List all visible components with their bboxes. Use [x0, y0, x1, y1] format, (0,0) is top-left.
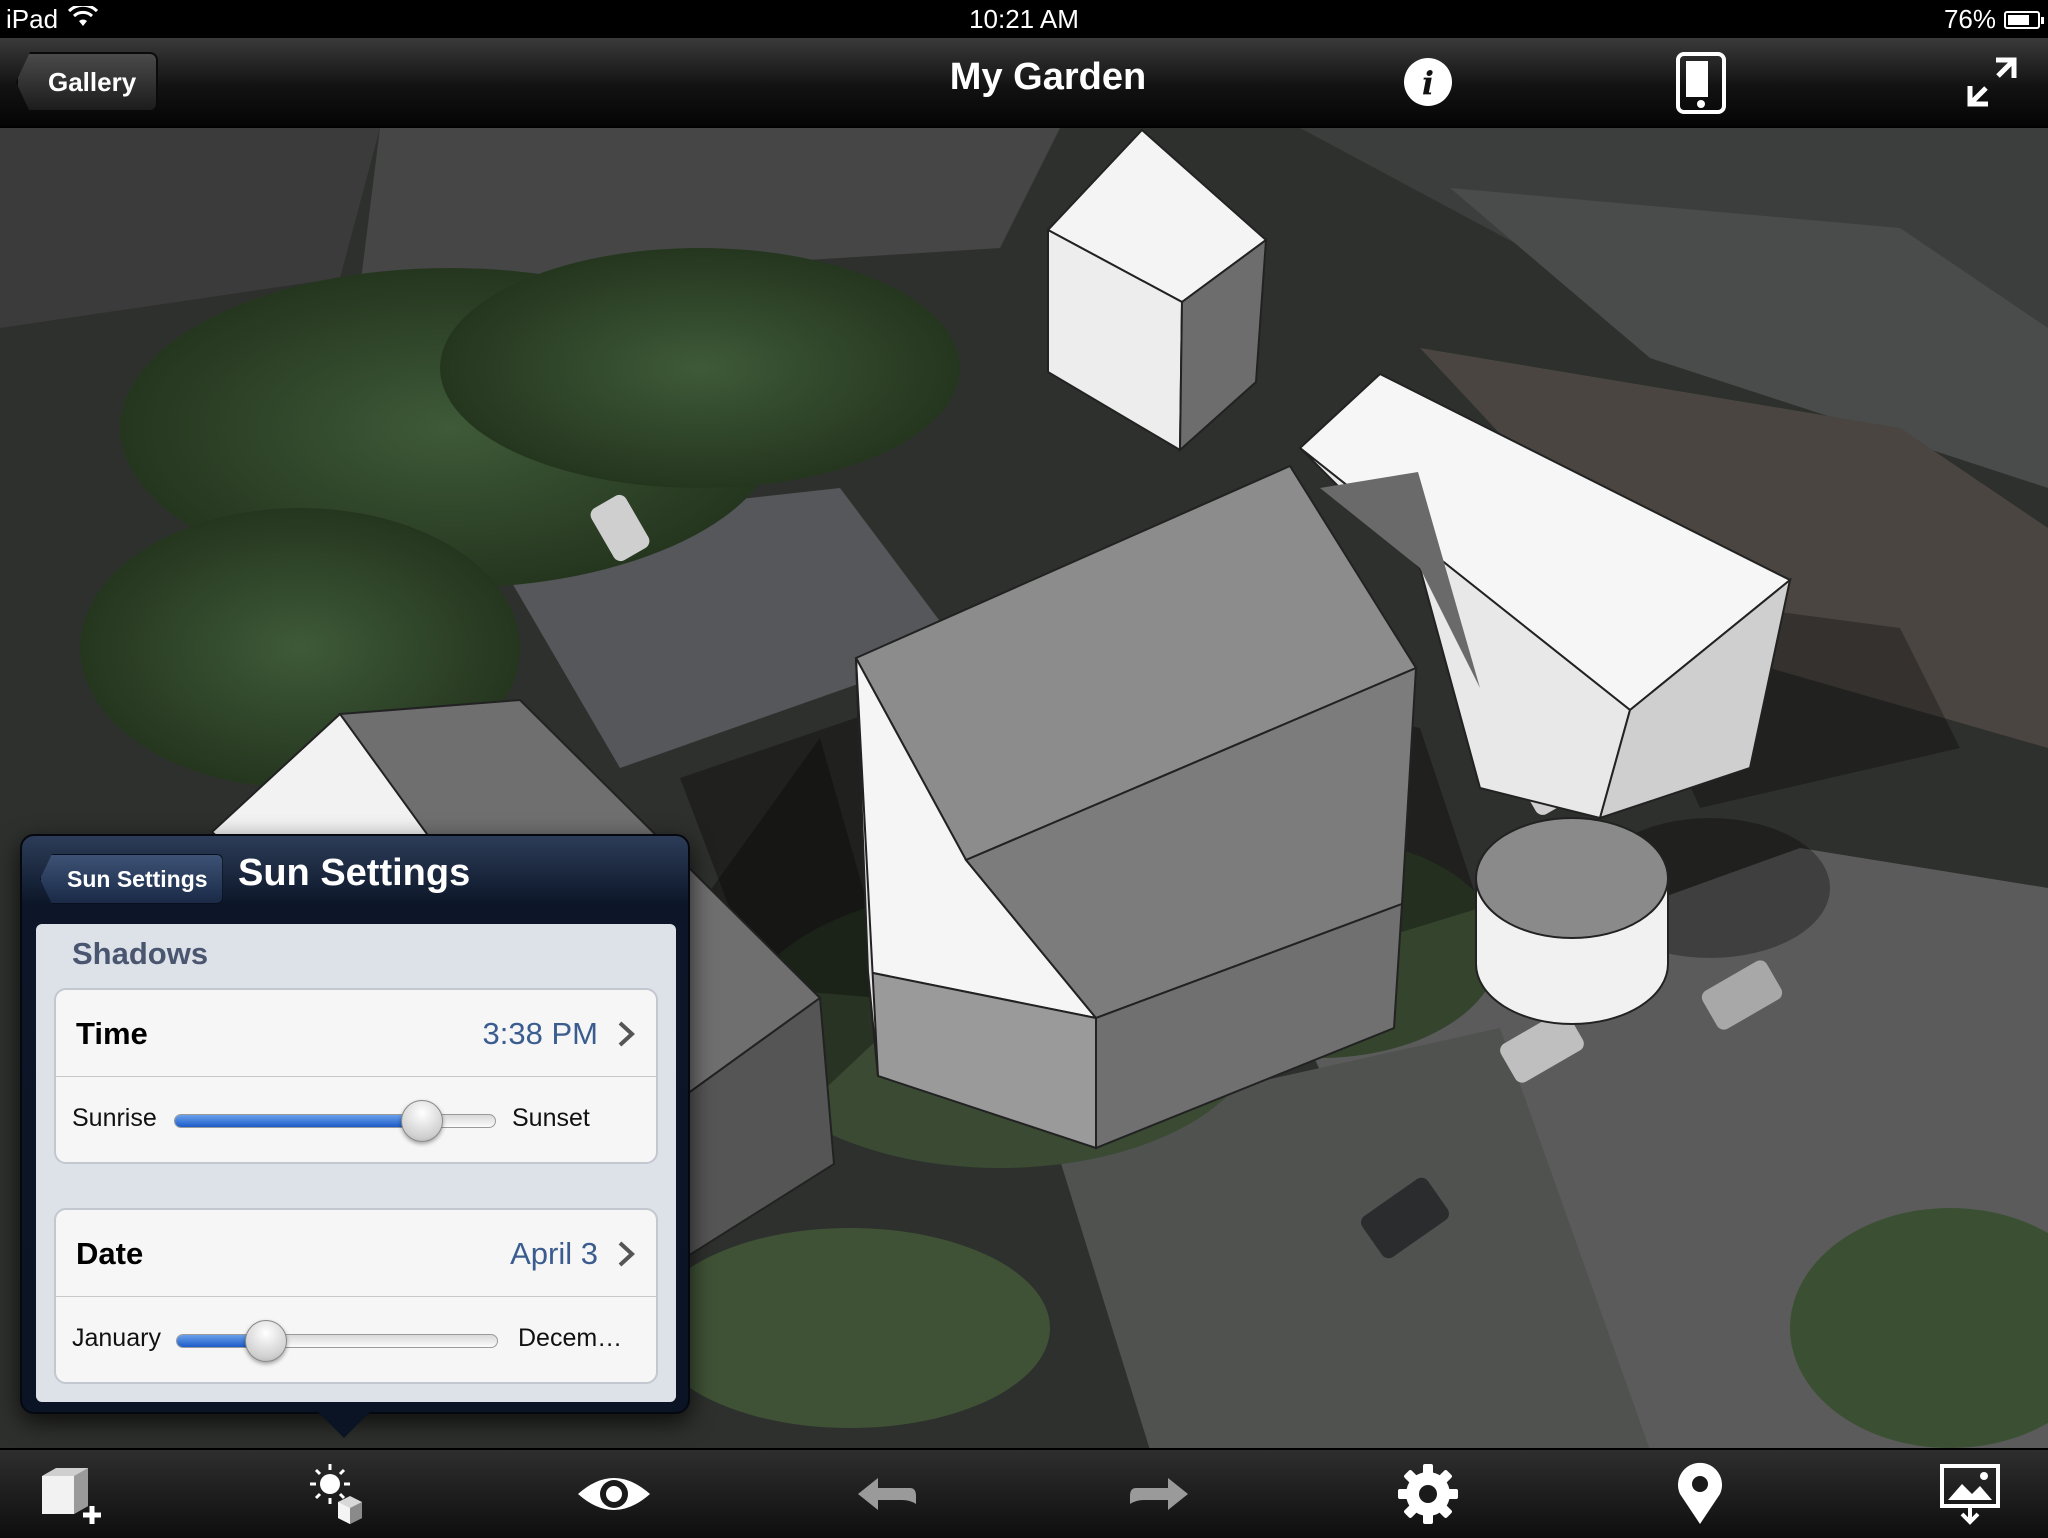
status-time: 10:21 AM [969, 4, 1079, 34]
date-row[interactable]: Date April 3 [56, 1210, 656, 1297]
date-label: Date [76, 1236, 144, 1271]
date-value: April 3 [510, 1236, 598, 1271]
time-label: Time [76, 1016, 148, 1051]
battery-icon [2004, 10, 2044, 29]
popover-arrow [318, 1412, 370, 1438]
popover-title: Sun Settings [238, 852, 471, 894]
status-bar: iPad 10:21 AM 76% [0, 0, 2048, 38]
settings-gear-icon[interactable] [1394, 1462, 1462, 1526]
redo-icon[interactable] [1124, 1462, 1192, 1526]
december-label: Decem… [518, 1324, 623, 1352]
add-model-icon[interactable] [36, 1462, 104, 1526]
date-slider-thumb[interactable] [245, 1320, 287, 1362]
sun-settings-popover: Sun Settings Sun Settings Shadows Time 3… [20, 834, 690, 1414]
time-group: Time 3:38 PM Sunrise Sunset [54, 988, 658, 1164]
info-icon[interactable]: i [1402, 56, 1454, 108]
export-image-icon[interactable] [1936, 1462, 2004, 1526]
time-slider[interactable] [174, 1114, 496, 1128]
chevron-right-icon [618, 1241, 635, 1267]
popover-content: Shadows Time 3:38 PM Sunrise Sunset Date… [36, 924, 676, 1402]
sun-settings-back-button[interactable]: Sun Settings [40, 854, 223, 904]
date-group: Date April 3 January Decem… [54, 1208, 658, 1384]
battery-percent: 76% [1943, 4, 1996, 34]
time-row[interactable]: Time 3:38 PM [56, 990, 656, 1077]
sun-settings-icon[interactable] [304, 1462, 372, 1526]
january-label: January [72, 1324, 161, 1352]
svg-text:i: i [1422, 64, 1434, 102]
view-icon[interactable] [574, 1462, 654, 1526]
time-slider-thumb[interactable] [401, 1100, 443, 1142]
sunrise-label: Sunrise [72, 1104, 157, 1132]
undo-icon[interactable] [854, 1462, 922, 1526]
date-slider[interactable] [176, 1334, 498, 1348]
expand-icon[interactable] [1966, 56, 2018, 108]
navigation-bar: Gallery My Garden i [0, 38, 2048, 128]
time-slider-fill [175, 1115, 423, 1127]
time-value: 3:38 PM [482, 1016, 598, 1051]
location-pin-icon[interactable] [1666, 1462, 1734, 1526]
chevron-right-icon [618, 1021, 635, 1047]
bottom-toolbar [0, 1448, 2048, 1538]
shadows-section-header: Shadows [72, 936, 209, 971]
tablet-icon[interactable] [1676, 52, 1726, 114]
sunset-label: Sunset [512, 1104, 590, 1132]
page-title: My Garden [949, 56, 1147, 98]
